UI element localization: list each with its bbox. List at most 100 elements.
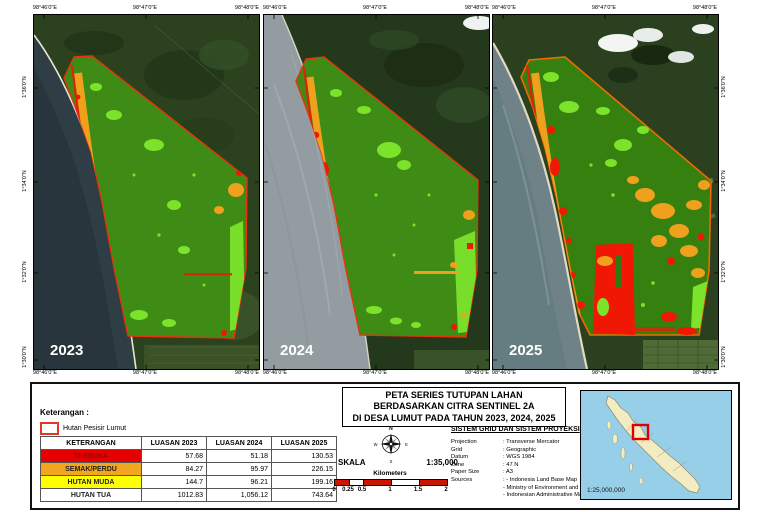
legend-item: Hutan Pesisir Lumut [40,422,126,435]
lon-label: 98°48'0"E [235,5,259,11]
lon-label: 98°48'0"E [235,370,259,376]
inset-map-svg: 1:25,000,000 [581,391,731,499]
compass-e: E [405,442,408,447]
lat-label: 1°30'0"N [721,346,727,367]
projection-key [451,492,503,500]
lon-label: 98°47'0"E [363,5,387,11]
projection-key: Sources [451,477,503,485]
row-label-hutan-muda: HUTAN MUDA [41,476,142,489]
legend-title: Keterangan : [40,408,89,417]
cell-value: 57.68 [142,450,207,463]
scalebar-unit-label: Kilometers [334,470,446,477]
col-header: LUASAN 2023 [142,437,207,450]
map-panel-2024: 2024 [263,14,490,370]
scalebar-tick: 1.5 [414,487,422,493]
lat-label: 1°36'0"N [721,76,727,97]
cell-value: 95.97 [207,463,272,476]
year-label: 2025 [509,342,542,359]
lon-label: 98°47'0"E [363,370,387,376]
row-label-hutan-tua: HUTAN TUA [41,489,142,502]
map-2025-svg: 2025 [493,15,718,369]
scalebar-segment [420,480,447,485]
scalebar-segment [350,480,365,485]
projection-key: Datum [451,454,503,462]
lon-label: 98°47'0"E [592,5,616,11]
projection-key: Zone [451,462,503,470]
col-header: LUASAN 2025 [272,437,337,450]
scale-label: SKALA [338,458,366,467]
lat-label: 1°34'0"N [721,170,727,191]
map-2023-svg: 2023 [34,15,259,369]
land-cover-area-table: KETERANGAN LUASAN 2023 LUASAN 2024 LUASA… [40,436,337,502]
lat-label: 1°36'0"N [22,76,28,97]
scalebar [334,479,448,486]
scale-row: SKALA 1:35,000 [338,458,458,467]
table-row: SEMAK/PERDU 84.27 95.97 226.15 [41,463,337,476]
lat-label: 1°32'0"N [721,261,727,282]
map-layout-page: 2023 [0,0,768,512]
lon-label: 98°47'0"E [133,5,157,11]
col-header: LUASAN 2024 [207,437,272,450]
lon-label: 98°46'0"E [33,370,57,376]
cell-value: 51.18 [207,450,272,463]
projection-key [451,485,503,493]
compass-n: N [389,426,393,432]
scalebar-tick: 2 [444,487,447,493]
lon-label: 98°48'0"E [693,370,717,376]
scalebar-tick: 0 [332,487,335,493]
year-label: 2024 [280,342,314,359]
lon-label: 98°47'0"E [592,370,616,376]
row-label-semak-perdu: SEMAK/PERDU [41,463,142,476]
scalebar-segment [335,480,350,485]
lat-label: 1°32'0"N [22,261,28,282]
compass-w: W [374,442,378,447]
lon-label: 98°48'0"E [693,5,717,11]
cell-value: 96.21 [207,476,272,489]
lon-label: 98°46'0"E [492,370,516,376]
cell-value: 1,056.12 [207,489,272,502]
lon-label: 98°46'0"E [492,5,516,11]
map-panel-2023: 2023 [33,14,260,370]
lon-label: 98°48'0"E [465,370,489,376]
map-2024-svg: 2024 [264,15,489,369]
lon-label: 98°46'0"E [263,370,287,376]
cell-value: 1012.83 [142,489,207,502]
row-label-terbuka: TERBUKA [41,450,142,463]
legend-swatch-hutan-pesisir [40,422,59,435]
scalebar-segment [392,480,420,485]
lat-label: 1°34'0"N [22,170,28,191]
inset-locator-map: 1:25,000,000 [580,390,732,500]
projection-key: Paper Size [451,469,503,477]
lon-label: 98°48'0"E [465,5,489,11]
table-row: HUTAN TUA 1012.83 1,056.12 743.64 [41,489,337,502]
map-title-line: BERDASARKAN CITRA SENTINEL 2A [343,401,565,413]
cell-value: 144.7 [142,476,207,489]
lat-label: 1°30'0"N [22,346,28,367]
projection-key: Grid [451,447,503,455]
scalebar-tick: 0.25 [342,487,354,493]
inset-scale-label: 1:25,000,000 [587,487,625,494]
projection-heading: SISTEM GRID DAN SISTEM PROYEKSI [451,426,580,433]
lon-label: 98°46'0"E [33,5,57,11]
projection-key: Projection [451,439,503,447]
cell-value: 226.15 [272,463,337,476]
map-title-block: PETA SERIES TUTUPAN LAHAN BERDASARKAN CI… [342,387,566,427]
table-header-row: KETERANGAN LUASAN 2023 LUASAN 2024 LUASA… [41,437,337,450]
table-row: HUTAN MUDA 144.7 96.21 199.16 [41,476,337,489]
year-label: 2023 [50,342,83,359]
map-title-line: PETA SERIES TUTUPAN LAHAN [343,390,565,402]
scalebar-tick: 1 [388,487,391,493]
col-header: KETERANGAN [41,437,142,450]
scalebar-segment [364,480,392,485]
map-title-line: DI DESA LUMUT PADA TAHUN 2023, 2024, 202… [343,413,565,425]
map-info-panel: Keterangan : Hutan Pesisir Lumut KETERAN… [30,382,740,510]
map-panel-2025: 2025 [492,14,719,370]
scalebar-ticks: 0 0.25 0.5 1 1.5 2 [334,487,446,495]
lon-label: 98°46'0"E [263,5,287,11]
scalebar-tick: 0.5 [358,487,366,493]
cell-value: 84.27 [142,463,207,476]
table-row: TERBUKA 57.68 51.18 130.53 [41,450,337,463]
cell-value: 130.53 [272,450,337,463]
cell-value: 199.16 [272,476,337,489]
cell-value: 743.64 [272,489,337,502]
